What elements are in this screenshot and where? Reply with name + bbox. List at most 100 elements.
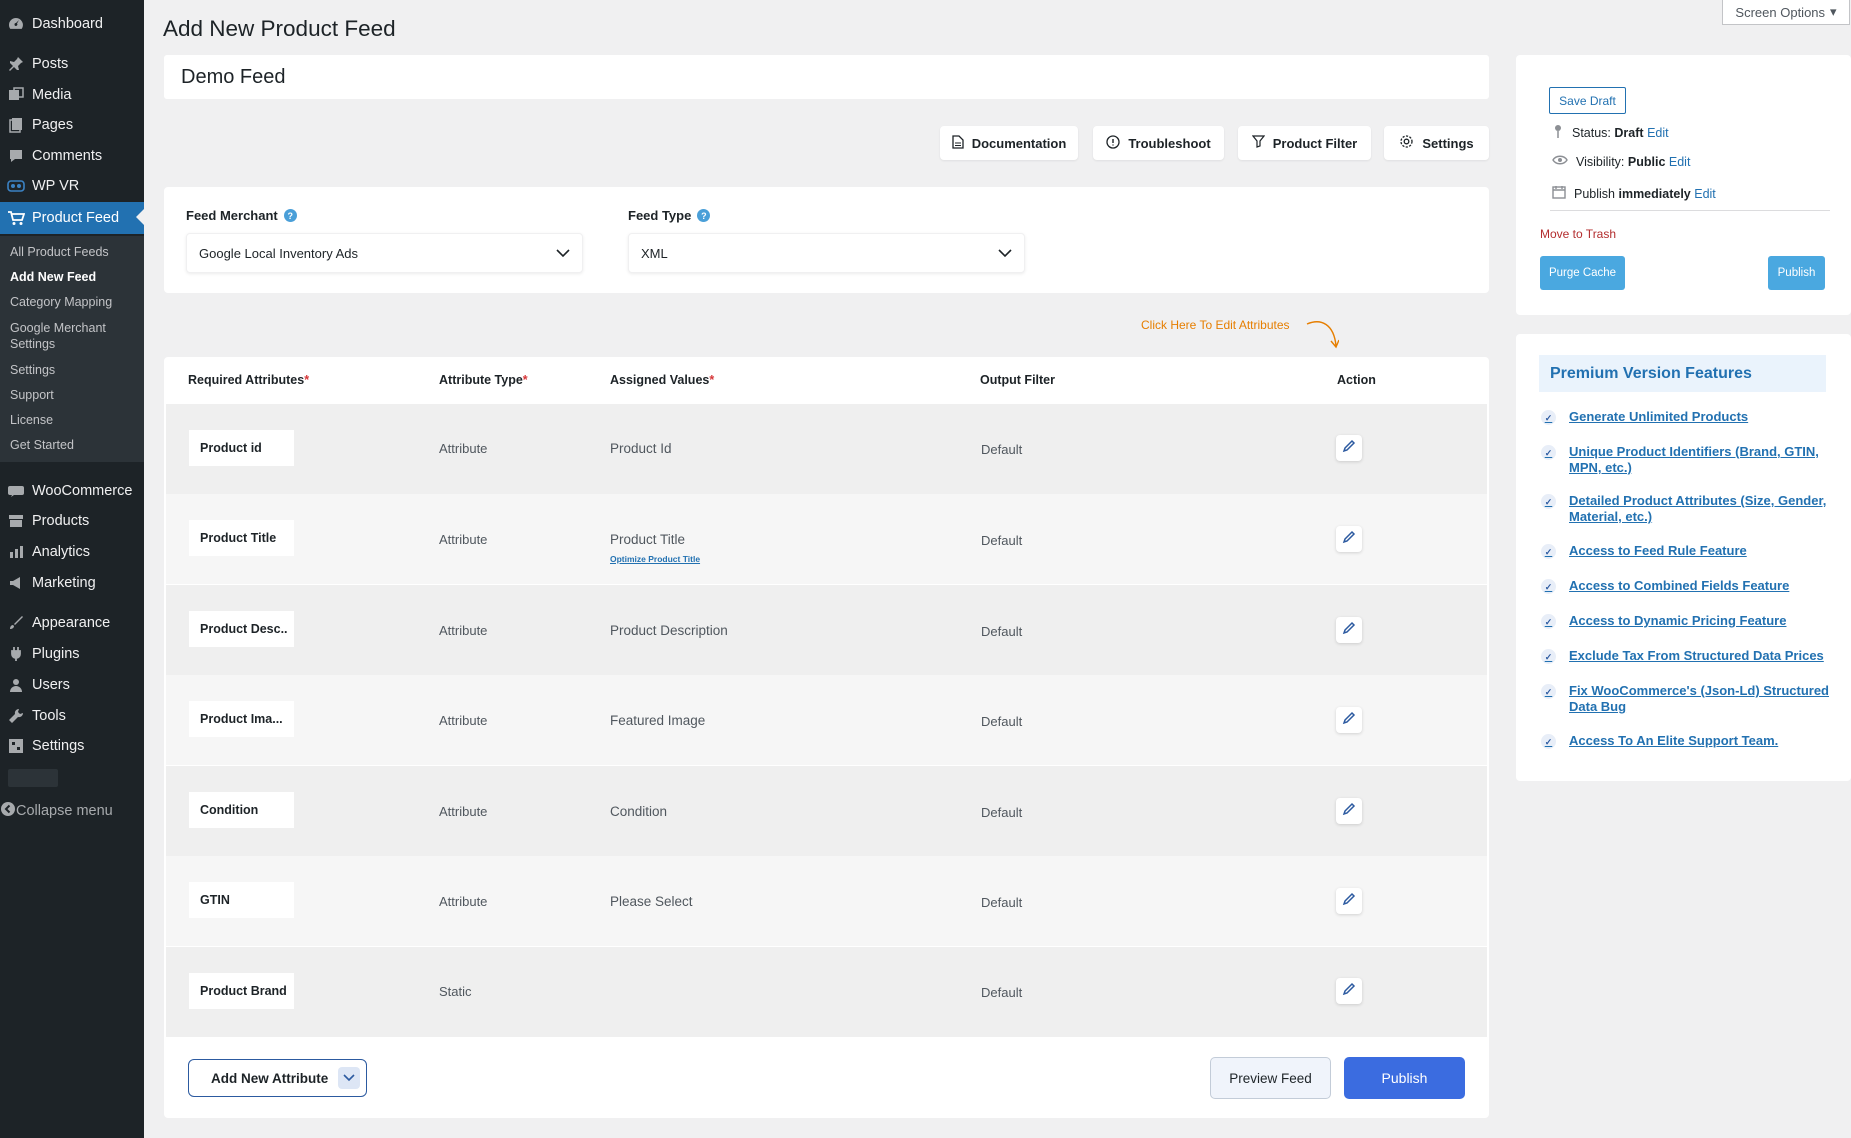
premium-feature-link[interactable]: ✓ Exclude Tax From Structured Data Prices	[1541, 648, 1831, 664]
attribute-name[interactable]: Product id	[189, 430, 294, 466]
save-draft-button[interactable]: Save Draft	[1549, 87, 1626, 114]
attribute-type: Attribute	[439, 804, 488, 819]
sidebar-publish-button[interactable]: Publish	[1768, 256, 1825, 290]
submenu-license[interactable]: License	[10, 412, 53, 428]
submenu-google-merchant-label: Google Merchant	[10, 321, 106, 335]
pencil-icon	[1342, 530, 1356, 549]
documentation-button[interactable]: Documentation	[940, 126, 1078, 160]
premium-feature-label: Access to Feed Rule Feature	[1569, 543, 1747, 558]
attribute-name[interactable]: Product Desc...	[189, 611, 294, 647]
premium-feature-link[interactable]: ✓ Access to Dynamic Pricing Feature	[1541, 613, 1831, 629]
optimize-product-title-link[interactable]: Optimize Product Title	[610, 554, 700, 564]
menu-comments[interactable]: Comments	[0, 141, 144, 171]
help-icon[interactable]: ?	[283, 209, 297, 222]
check-icon: ✓	[1541, 445, 1556, 460]
premium-features-title: Premium Version Features	[1539, 355, 1826, 392]
preview-feed-button[interactable]: Preview Feed	[1210, 1057, 1331, 1099]
attribute-type: Attribute	[439, 441, 488, 456]
submenu-google-merchant-settings[interactable]: Google Merchant Settings	[10, 320, 106, 352]
add-new-attribute-button[interactable]: Add New Attribute	[188, 1059, 367, 1097]
collapse-menu-button[interactable]: Collapse menu	[0, 796, 144, 826]
premium-feature-label: Fix WooCommerce's (Json-Ld) Structured D…	[1569, 683, 1829, 714]
edit-button[interactable]	[1336, 707, 1362, 733]
publish-time-row: Publish immediately Edit	[1552, 185, 1716, 202]
attribute-name[interactable]: Product Ima...	[189, 701, 294, 737]
edit-button[interactable]	[1336, 526, 1362, 552]
calendar-icon	[1552, 185, 1566, 202]
menu-analytics[interactable]: Analytics	[0, 537, 144, 567]
premium-feature-link[interactable]: ✓ Generate Unlimited Products	[1541, 409, 1831, 425]
premium-feature-label: Access to Combined Fields Feature	[1569, 578, 1790, 593]
settings-icon	[0, 738, 32, 754]
settings-button[interactable]: Settings	[1384, 126, 1489, 160]
product-filter-button[interactable]: Product Filter	[1238, 126, 1371, 160]
attribute-name[interactable]: Product Title	[189, 520, 294, 556]
publish-time-label: Publish	[1574, 186, 1615, 201]
edit-button[interactable]	[1336, 435, 1362, 461]
edit-status-link[interactable]: Edit	[1647, 126, 1669, 140]
feed-merchant-select[interactable]: Google Local Inventory Ads	[186, 233, 583, 273]
attribute-name[interactable]: Product Brand	[189, 973, 294, 1009]
submenu-get-started[interactable]: Get Started	[10, 437, 74, 453]
menu-settings[interactable]: Settings	[0, 731, 144, 761]
edit-publish-time-link[interactable]: Edit	[1694, 187, 1716, 201]
premium-feature-label: Detailed Product Attributes (Size, Gende…	[1569, 493, 1827, 524]
edit-button[interactable]	[1336, 888, 1362, 914]
menu-posts[interactable]: Posts	[0, 49, 144, 79]
move-to-trash-link[interactable]: Move to Trash	[1540, 227, 1616, 241]
menu-pages[interactable]: Pages	[0, 110, 144, 140]
edit-visibility-link[interactable]: Edit	[1669, 155, 1691, 169]
output-filter: Default	[981, 895, 1023, 910]
submenu-settings[interactable]: Settings	[10, 362, 55, 378]
pencil-icon	[1342, 439, 1356, 458]
submenu-add-new-feed[interactable]: Add New Feed	[10, 269, 96, 285]
publish-button[interactable]: Publish	[1344, 1057, 1465, 1099]
output-filter: Default	[981, 714, 1023, 729]
purge-cache-button[interactable]: Purge Cache	[1540, 256, 1625, 290]
premium-feature-link[interactable]: ✓ Access to Combined Fields Feature	[1541, 578, 1831, 594]
feed-name-input[interactable]: Demo Feed	[164, 55, 1489, 99]
table-row: Product id Attribute Product Id Default	[166, 404, 1487, 494]
menu-tools[interactable]: Tools	[0, 701, 144, 731]
premium-feature-link[interactable]: ✓ Access to Feed Rule Feature	[1541, 543, 1831, 559]
premium-feature-link[interactable]: ✓ Fix WooCommerce's (Json-Ld) Structured …	[1541, 683, 1831, 715]
menu-product-feed[interactable]: Product Feed	[0, 202, 144, 234]
menu-appearance[interactable]: Appearance	[0, 608, 144, 638]
submenu-category-mapping[interactable]: Category Mapping	[10, 294, 112, 310]
menu-woocommerce[interactable]: WooCommerce	[0, 476, 144, 506]
menu-media-label: Media	[32, 87, 72, 103]
edit-button[interactable]	[1336, 798, 1362, 824]
check-icon: ✓	[1541, 579, 1556, 594]
menu-dashboard[interactable]: Dashboard	[0, 9, 144, 39]
attribute-name[interactable]: Condition	[189, 792, 294, 828]
attribute-name[interactable]: GTIN	[189, 882, 294, 918]
chevron-down-icon	[556, 246, 570, 261]
archive-icon	[0, 513, 32, 529]
pencil-icon	[1342, 892, 1356, 911]
menu-plugins[interactable]: Plugins	[0, 639, 144, 669]
menu-users[interactable]: Users	[0, 670, 144, 700]
menu-marketing[interactable]: Marketing	[0, 568, 144, 598]
feed-type-select[interactable]: XML	[628, 233, 1025, 273]
edit-button[interactable]	[1336, 978, 1362, 1004]
menu-wp-vr[interactable]: WP VR	[0, 171, 144, 201]
pin-icon	[0, 56, 32, 72]
help-icon[interactable]: ?	[697, 209, 711, 222]
brush-icon	[0, 615, 32, 631]
gear-icon	[1399, 134, 1414, 152]
curved-arrow-icon	[1306, 321, 1339, 349]
menu-media[interactable]: Media	[0, 80, 144, 110]
check-icon: ✓	[1541, 544, 1556, 559]
chevron-down-icon[interactable]	[338, 1067, 360, 1089]
premium-feature-link[interactable]: ✓ Unique Product Identifiers (Brand, GTIN…	[1541, 444, 1831, 476]
eye-icon	[1552, 154, 1568, 169]
troubleshoot-button[interactable]: Troubleshoot	[1093, 126, 1224, 160]
premium-feature-link[interactable]: ✓ Access To An Elite Support Team.	[1541, 733, 1831, 749]
premium-feature-link[interactable]: ✓ Detailed Product Attributes (Size, Gend…	[1541, 493, 1831, 525]
edit-button[interactable]	[1336, 617, 1362, 643]
submenu-all-product-feeds[interactable]: All Product Feeds	[10, 244, 109, 260]
menu-products[interactable]: Products	[0, 506, 144, 536]
submenu-support[interactable]: Support	[10, 387, 54, 403]
attribute-type: Attribute	[439, 623, 488, 638]
screen-options-button[interactable]: Screen Options ▾	[1722, 0, 1850, 25]
